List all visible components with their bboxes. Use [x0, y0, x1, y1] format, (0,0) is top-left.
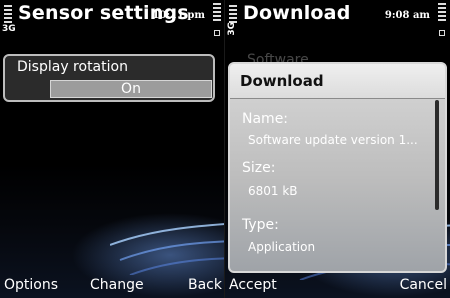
page-title: Download	[243, 2, 351, 24]
battery-icon	[213, 3, 221, 36]
type-label: Type:	[242, 217, 279, 233]
device-screens: 3G Sensor settings 10:11 pm Display rota…	[0, 0, 450, 298]
accept-softkey[interactable]: Accept	[229, 277, 277, 293]
download-screen: 3G Download 9:08 am Software ... Downloa…	[225, 0, 450, 298]
dialog-scrollbar[interactable]	[435, 100, 439, 210]
name-label: Name:	[242, 111, 289, 127]
change-softkey[interactable]: Change	[90, 277, 144, 293]
battery-icon	[438, 3, 446, 36]
network-indicator: 3G	[227, 22, 237, 36]
clock: 9:08 am	[384, 10, 430, 21]
cancel-softkey[interactable]: Cancel	[400, 277, 447, 293]
setting-value[interactable]: On	[50, 80, 212, 98]
network-indicator: 3G	[2, 24, 16, 34]
dialog-title: Download	[240, 72, 324, 90]
wallpaper-swoosh	[110, 222, 225, 275]
sensor-settings-screen: 3G Sensor settings 10:11 pm Display rota…	[0, 0, 225, 298]
size-label: Size:	[242, 160, 276, 176]
back-softkey[interactable]: Back	[188, 277, 222, 293]
display-rotation-setting[interactable]: Display rotation On	[3, 54, 215, 102]
size-value: 6801 kB	[248, 184, 298, 198]
clock: 10:11 pm	[152, 10, 205, 21]
signal-strength-icon	[4, 5, 12, 25]
name-value: Software update version 1...	[248, 133, 418, 147]
dialog-header: Download	[230, 64, 445, 98]
options-softkey[interactable]: Options	[4, 277, 58, 293]
dialog-separator	[230, 98, 445, 99]
download-dialog: Download Name: Software update version 1…	[228, 62, 447, 273]
type-value: Application	[248, 240, 316, 254]
setting-label: Display rotation	[17, 59, 128, 75]
